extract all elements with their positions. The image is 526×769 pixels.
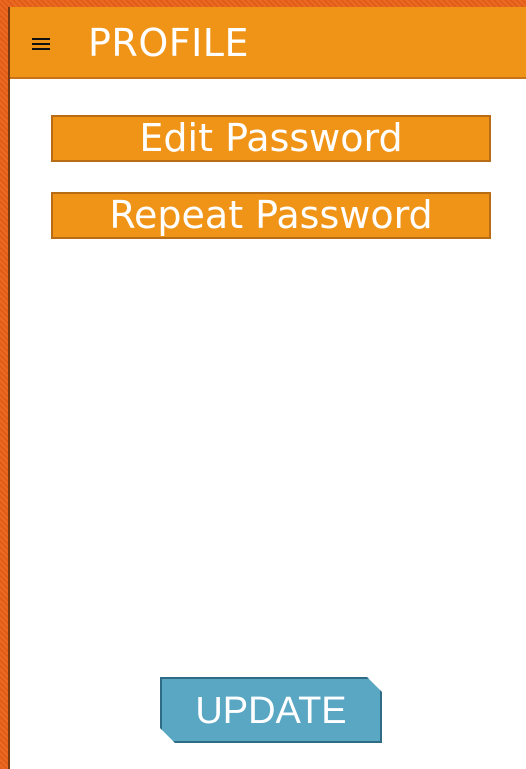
update-button[interactable]: UPDATE [160, 677, 382, 743]
app-bar: PROFILE [10, 7, 526, 79]
app-screen: PROFILE Edit Password Repeat Password UP… [8, 7, 526, 769]
page-title: PROFILE [88, 21, 249, 65]
edit-password-field[interactable]: Edit Password [51, 115, 491, 162]
hamburger-menu-icon[interactable] [32, 38, 50, 50]
repeat-password-field[interactable]: Repeat Password [51, 192, 491, 239]
